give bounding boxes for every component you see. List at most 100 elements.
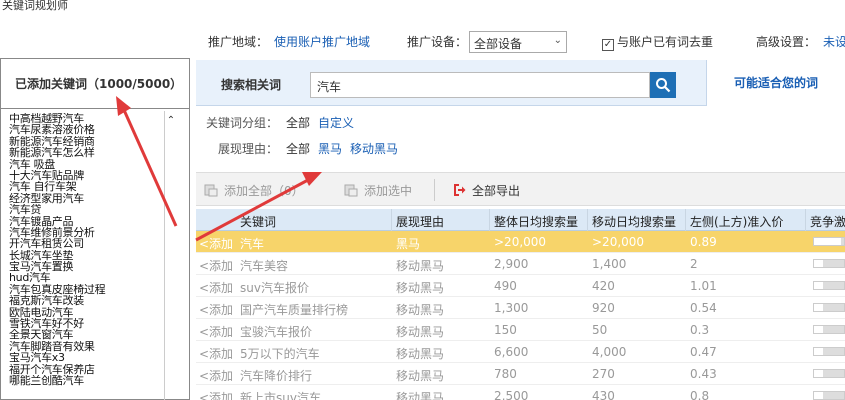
competition-bar-fill bbox=[814, 260, 823, 267]
add-all-label: 添加全部（0） bbox=[224, 184, 304, 198]
keyword-list-item[interactable]: 宝马汽车x3 bbox=[9, 352, 164, 363]
table-row[interactable]: <添加 汽车美容 移动黑马 2,900 1,400 2 bbox=[196, 253, 845, 275]
competition-bar-fill bbox=[814, 238, 841, 245]
row-total-searches: 2,500 bbox=[494, 389, 529, 400]
table-row[interactable]: <添加 新上市suv汽车 移动黑马 2,500 430 0.8 bbox=[196, 385, 845, 400]
chevron-down-icon: ⌄ bbox=[553, 35, 562, 46]
keyword-list-item[interactable]: 全景天窗汽车 bbox=[9, 329, 164, 340]
row-add-link[interactable]: <添加 bbox=[199, 257, 233, 274]
keyword-list-item[interactable]: 汽车 自行车架 bbox=[9, 181, 164, 192]
row-entry-price: 1.01 bbox=[690, 279, 717, 293]
tab-suggested-keywords[interactable]: 可能适合您的词 bbox=[706, 60, 845, 106]
row-keyword: 汽车 bbox=[240, 237, 265, 251]
add-all-button[interactable]: 添加全部（0） bbox=[204, 182, 304, 199]
row-add-link[interactable]: <添加 bbox=[199, 235, 233, 252]
row-mobile-searches: >20,000 bbox=[592, 235, 645, 249]
row-keyword: 汽车美容 bbox=[240, 259, 289, 273]
keyword-list-item[interactable]: 经济型家用汽车 bbox=[9, 193, 164, 204]
search-input[interactable]: 汽车 bbox=[310, 72, 650, 98]
column-divider[interactable] bbox=[391, 209, 392, 231]
list-scrollbar[interactable] bbox=[164, 111, 165, 400]
export-all-button[interactable]: 全部导出 bbox=[452, 182, 520, 199]
keyword-list-item[interactable]: 汽车 吸盘 bbox=[9, 159, 164, 170]
keyword-list-item[interactable]: 汽车脚踏音有效果 bbox=[9, 341, 164, 352]
keyword-list-item[interactable]: 长城汽车坐垫 bbox=[9, 250, 164, 261]
row-mobile-searches: 430 bbox=[592, 389, 615, 400]
header-total-searches[interactable]: 整体日均搜索量 bbox=[494, 213, 578, 230]
competition-bar-fill bbox=[814, 348, 823, 355]
row-entry-price: 0.3 bbox=[690, 323, 710, 337]
device-select[interactable]: 全部设备 ⌄ bbox=[469, 31, 567, 53]
row-reason: 移动黑马 bbox=[396, 347, 445, 361]
keyword-list-item[interactable]: 汽车镀晶产品 bbox=[9, 216, 164, 227]
row-add-link[interactable]: <添加 bbox=[199, 345, 233, 362]
keyword-list-item[interactable]: 欧陆电动汽车 bbox=[9, 307, 164, 318]
reason-filter-blackhorse[interactable]: 黑马 bbox=[318, 142, 342, 156]
region-link[interactable]: 使用账户推广地域 bbox=[274, 33, 370, 50]
competition-bar bbox=[813, 259, 845, 268]
keyword-list-item[interactable]: 汽车包真皮座椅过程 bbox=[9, 284, 164, 295]
export-all-label: 全部导出 bbox=[472, 184, 521, 198]
column-divider[interactable] bbox=[489, 209, 490, 231]
keyword-list-item[interactable]: 福克斯汽车改装 bbox=[9, 295, 164, 306]
add-selected-button[interactable]: 添加选中 bbox=[344, 182, 412, 199]
keyword-list-item[interactable]: 汽车尿素溶液价格 bbox=[9, 124, 164, 135]
group-filter-all[interactable]: 全部 bbox=[286, 116, 310, 130]
added-keywords-list: 中高档越野汽车 汽车尿素溶液价格 新能源汽车经销商 新能源汽车怎么样 汽车 吸盘 十大汽车… bbox=[9, 113, 164, 386]
reason-filter-all[interactable]: 全部 bbox=[286, 142, 310, 156]
competition-bar bbox=[813, 369, 845, 378]
advanced-link[interactable]: 未设 bbox=[823, 33, 845, 50]
header-keyword[interactable]: 关键词 bbox=[240, 213, 276, 230]
keyword-list-item[interactable]: 宝马汽车置换 bbox=[9, 261, 164, 272]
competition-bar bbox=[813, 281, 845, 290]
header-reason[interactable]: 展现理由 bbox=[396, 213, 444, 230]
competition-bar bbox=[813, 237, 845, 246]
row-add-link[interactable]: <添加 bbox=[199, 301, 233, 318]
row-reason: 移动黑马 bbox=[396, 369, 445, 383]
header-entry-price[interactable]: 左侧(上方)准入价 bbox=[690, 213, 783, 230]
top-settings-bar: 推广地域： 使用账户推广地域 推广设备： 全部设备 ⌄ ✓ 与账户已有词去重 高级… bbox=[0, 28, 845, 56]
row-add-link[interactable]: <添加 bbox=[199, 323, 233, 340]
table-row[interactable]: <添加 宝骏汽车报价 移动黑马 150 50 0.3 bbox=[196, 319, 845, 341]
row-keyword: 宝骏汽车报价 bbox=[240, 325, 313, 339]
row-reason: 移动黑马 bbox=[396, 325, 445, 339]
table-row[interactable]: <添加 汽车 黑马 >20,000 >20,000 0.89 bbox=[196, 231, 845, 253]
row-add-link[interactable]: <添加 bbox=[199, 279, 233, 296]
advanced-label: 高级设置： bbox=[756, 35, 817, 49]
keyword-list-item[interactable]: 雪铁汽车好不好 bbox=[9, 318, 164, 329]
action-toolbar: 添加全部（0） 添加选中 全部导出 bbox=[196, 172, 845, 206]
keyword-list-item[interactable]: 福开个汽车保养店 bbox=[9, 364, 164, 375]
keyword-list-item[interactable]: 汽车维修前景分析 bbox=[9, 227, 164, 238]
row-keyword: 新上市suv汽车 bbox=[240, 391, 321, 400]
keyword-list-item[interactable]: hud汽车 bbox=[9, 272, 164, 283]
row-add-link[interactable]: <添加 bbox=[199, 367, 233, 384]
table-row[interactable]: <添加 5万以下的汽车 移动黑马 6,600 4,000 0.47 bbox=[196, 341, 845, 363]
header-mobile-searches[interactable]: 移动日均搜索量 bbox=[592, 213, 676, 230]
table-row[interactable]: <添加 suv汽车报价 移动黑马 490 420 1.01 bbox=[196, 275, 845, 297]
row-mobile-searches: 920 bbox=[592, 301, 615, 315]
keyword-list-item[interactable]: 新能源汽车经销商 bbox=[9, 136, 164, 147]
keyword-list-item[interactable]: 汽车贷 bbox=[9, 204, 164, 215]
reason-filter-mobile-blackhorse[interactable]: 移动黑马 bbox=[350, 142, 398, 156]
header-competition[interactable]: 竞争激 bbox=[810, 213, 845, 230]
row-total-searches: 1,300 bbox=[494, 301, 529, 315]
column-divider[interactable] bbox=[685, 209, 686, 231]
column-divider[interactable] bbox=[587, 209, 588, 231]
dedupe-toggle[interactable]: ✓ 与账户已有词去重 bbox=[602, 33, 713, 51]
scroll-up-icon[interactable]: ⌃ bbox=[163, 115, 179, 131]
column-divider[interactable] bbox=[805, 209, 806, 231]
group-filter-custom[interactable]: 自定义 bbox=[318, 116, 354, 130]
dedupe-checkbox[interactable]: ✓ bbox=[602, 39, 614, 51]
search-button[interactable] bbox=[650, 72, 676, 98]
keyword-list-item[interactable]: 新能源汽车怎么样 bbox=[9, 147, 164, 158]
table-row[interactable]: <添加 汽车降价排行 移动黑马 780 270 0.43 bbox=[196, 363, 845, 385]
keyword-list-item[interactable]: 中高档越野汽车 bbox=[9, 113, 164, 124]
keyword-list-item[interactable]: 开汽车租赁公司 bbox=[9, 238, 164, 249]
row-mobile-searches: 50 bbox=[592, 323, 608, 337]
keyword-list-item[interactable]: 十大汽车贴品牌 bbox=[9, 170, 164, 181]
keyword-list-item[interactable]: 哪能兰创酷汽车 bbox=[9, 375, 164, 386]
row-add-link[interactable]: <添加 bbox=[199, 389, 233, 400]
competition-bar bbox=[813, 325, 845, 334]
table-row[interactable]: <添加 国产汽车质量排行榜 移动黑马 1,300 920 0.54 bbox=[196, 297, 845, 319]
search-icon bbox=[656, 78, 671, 93]
